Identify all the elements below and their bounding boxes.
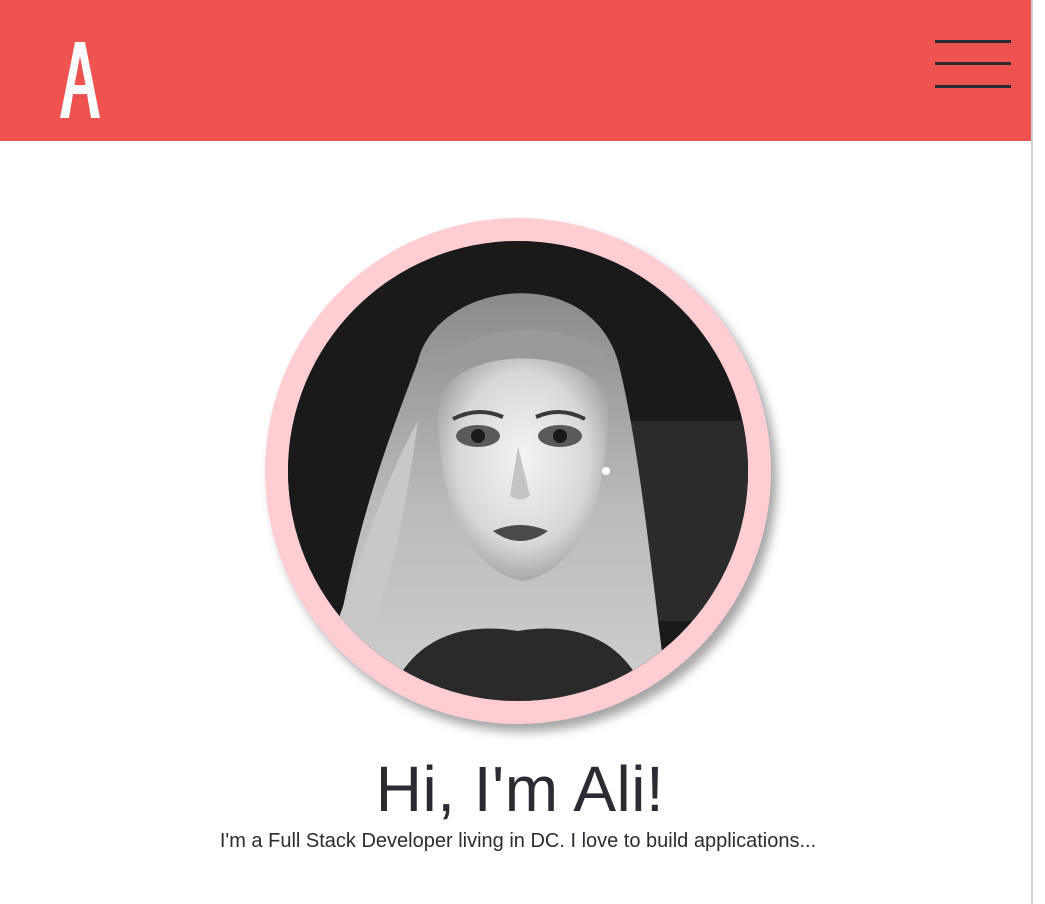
hamburger-menu-button[interactable] (930, 34, 1014, 94)
hero-subtitle: I'm a Full Stack Developer living in DC.… (219, 830, 817, 852)
page: A (0, 0, 1045, 904)
top-nav-bar: A (0, 0, 1045, 141)
site-logo[interactable]: A (52, 36, 108, 122)
avatar-ring (265, 218, 771, 724)
hero-title: Hi, I'm Ali! (375, 753, 665, 825)
logo-letter-a: A (60, 42, 100, 118)
portrait-image (288, 241, 748, 701)
avatar-photo (288, 241, 748, 701)
